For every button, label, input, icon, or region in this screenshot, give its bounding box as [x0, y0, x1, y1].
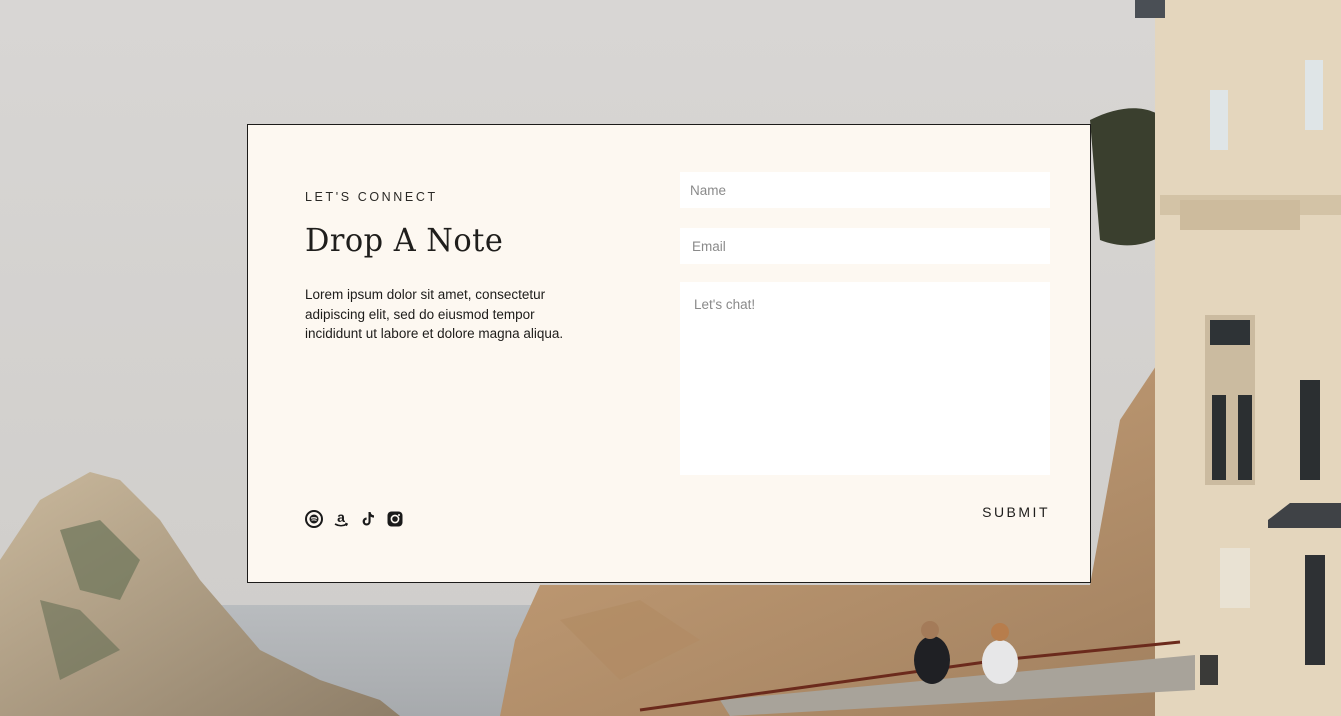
email-field[interactable]	[680, 228, 1050, 264]
svg-text:a: a	[337, 510, 345, 525]
amazon-icon[interactable]: a	[332, 510, 350, 528]
page-title: Drop A Note	[305, 221, 504, 259]
name-field[interactable]	[680, 172, 1050, 208]
tiktok-icon[interactable]	[359, 510, 377, 528]
intro-text: Lorem ipsum dolor sit amet, consectetur …	[305, 287, 564, 341]
social-links: a	[305, 510, 404, 528]
instagram-icon[interactable]	[386, 510, 404, 528]
submit-button[interactable]: SUBMIT	[982, 504, 1050, 520]
eyebrow-label: LET'S CONNECT	[305, 190, 438, 204]
contact-card: LET'S CONNECT Drop A Note Lorem ipsum do…	[247, 124, 1091, 583]
message-field[interactable]	[680, 282, 1050, 475]
spotify-icon[interactable]	[305, 510, 323, 528]
